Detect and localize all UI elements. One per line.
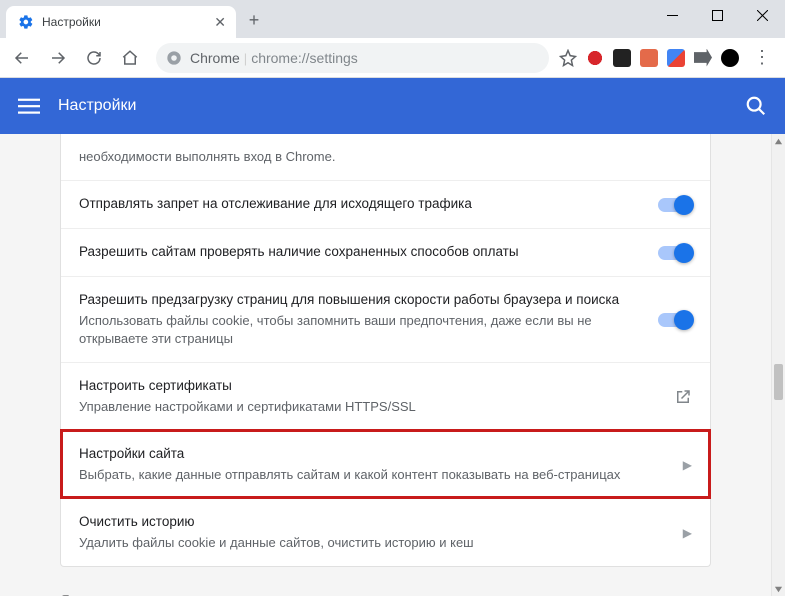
setting-title: Очистить историю (79, 513, 669, 532)
address-bar[interactable]: Chrome|chrome://settings (156, 43, 549, 73)
new-tab-button[interactable]: + (240, 6, 268, 34)
section-languages: Языки (0, 579, 771, 596)
open-external-icon (674, 388, 692, 406)
chevron-right-icon: ▶ (683, 458, 692, 472)
scroll-down-arrow[interactable] (772, 582, 785, 596)
setting-row-do-not-track: Отправлять запрет на отслеживание для ис… (61, 180, 710, 228)
setting-title: Разрешить предзагрузку страниц для повыш… (79, 291, 644, 310)
setting-title: Настроить сертификаты (79, 377, 660, 396)
scroll-area: необходимости выполнять вход в Chrome. О… (0, 134, 771, 596)
cast-icon[interactable] (694, 49, 712, 67)
chevron-right-icon: ▶ (683, 526, 692, 540)
setting-row-certificates[interactable]: Настроить сертификаты Управление настрой… (61, 362, 710, 430)
setting-title: Отправлять запрет на отслеживание для ис… (79, 195, 644, 214)
tab-title: Настройки (42, 15, 206, 29)
maximize-button[interactable] (695, 0, 740, 30)
setting-row-site-settings[interactable]: Настройки сайта Выбрать, какие данные от… (61, 430, 710, 498)
toggle-payment-check[interactable] (658, 246, 692, 260)
minimize-button[interactable] (650, 0, 695, 30)
setting-title: Настройки сайта (79, 445, 669, 464)
page-title: Настройки (58, 97, 727, 115)
reload-button[interactable] (78, 42, 110, 74)
extension-icon-1[interactable] (586, 49, 604, 67)
scroll-thumb[interactable] (774, 364, 783, 400)
setting-subtitle: Управление настройками и сертификатами H… (79, 398, 660, 416)
address-bar-text: Chrome|chrome://settings (190, 50, 358, 66)
chrome-icon (166, 50, 182, 66)
hamburger-icon[interactable] (18, 95, 40, 117)
home-button[interactable] (114, 42, 146, 74)
browser-menu-button[interactable]: ⋮ (747, 47, 777, 68)
window-close-button[interactable] (740, 0, 785, 30)
forward-button[interactable] (42, 42, 74, 74)
setting-row-clear-history[interactable]: Очистить историю Удалить файлы cookie и … (61, 498, 710, 566)
setting-row-partial: необходимости выполнять вход в Chrome. (61, 134, 710, 180)
setting-subtitle: Удалить файлы cookie и данные сайтов, оч… (79, 534, 669, 552)
back-button[interactable] (6, 42, 38, 74)
search-icon[interactable] (745, 95, 767, 117)
setting-row-preload: Разрешить предзагрузку страниц для повыш… (61, 276, 710, 362)
close-icon[interactable]: ✕ (214, 15, 226, 29)
setting-subtitle: Выбрать, какие данные отправлять сайтам … (79, 466, 669, 484)
window-titlebar: Настройки ✕ + (0, 0, 785, 38)
extension-icon-4[interactable] (667, 49, 685, 67)
browser-toolbar: Chrome|chrome://settings ⋮ (0, 38, 785, 78)
gear-icon (18, 14, 34, 30)
setting-subtitle: Использовать файлы cookie, чтобы запомни… (79, 312, 644, 348)
bookmark-star-icon[interactable] (559, 49, 577, 67)
toggle-do-not-track[interactable] (658, 198, 692, 212)
settings-card: необходимости выполнять вход в Chrome. О… (60, 134, 711, 567)
extension-icon-2[interactable] (613, 49, 631, 67)
window-controls (650, 0, 785, 30)
extension-icon-5[interactable] (721, 49, 739, 67)
settings-header: Настройки (0, 78, 785, 134)
setting-row-payment-check: Разрешить сайтам проверять наличие сохра… (61, 228, 710, 276)
vertical-scrollbar[interactable] (771, 134, 785, 596)
toggle-preload[interactable] (658, 313, 692, 327)
setting-subtitle: необходимости выполнять вход в Chrome. (79, 148, 692, 166)
extension-icon-3[interactable] (640, 49, 658, 67)
setting-title: Разрешить сайтам проверять наличие сохра… (79, 243, 644, 262)
extension-icons (559, 49, 743, 67)
settings-content: необходимости выполнять вход в Chrome. О… (0, 134, 785, 596)
browser-tab-active[interactable]: Настройки ✕ (6, 6, 236, 38)
scroll-up-arrow[interactable] (772, 134, 785, 148)
